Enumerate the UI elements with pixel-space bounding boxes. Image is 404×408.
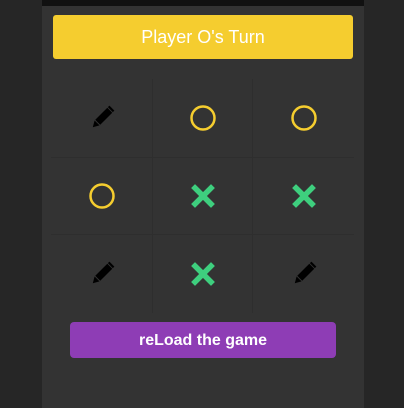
reload-game-button[interactable]: reLoad the game	[70, 322, 336, 358]
board-cell-r0-c2[interactable]	[253, 79, 354, 157]
pencil-icon	[290, 260, 318, 288]
pencil-icon	[88, 104, 116, 132]
turn-status-banner: Player O's Turn	[53, 15, 353, 59]
left-backdrop	[0, 0, 42, 408]
right-backdrop	[364, 0, 404, 408]
board-cell-r2-c0[interactable]	[51, 235, 152, 313]
board-cell-r1-c1[interactable]	[152, 157, 253, 235]
circle-o-icon	[189, 104, 217, 132]
cross-x-icon	[291, 184, 316, 208]
cross-x-icon	[190, 262, 215, 286]
circle-o-icon	[88, 182, 116, 210]
game-board	[51, 79, 354, 313]
board-cell-r2-c1[interactable]	[152, 235, 253, 313]
game-container: Player O's Turn reLoad the game	[42, 0, 364, 408]
circle-o-icon	[290, 104, 318, 132]
board-cell-r0-c1[interactable]	[152, 79, 253, 157]
board-cell-r1-c2[interactable]	[253, 157, 354, 235]
cross-x-icon	[190, 184, 215, 208]
board-cell-r1-c0[interactable]	[51, 157, 152, 235]
board-cell-r0-c0[interactable]	[51, 79, 152, 157]
top-bar	[42, 0, 364, 6]
board-cell-r2-c2[interactable]	[253, 235, 354, 313]
pencil-icon	[88, 260, 116, 288]
